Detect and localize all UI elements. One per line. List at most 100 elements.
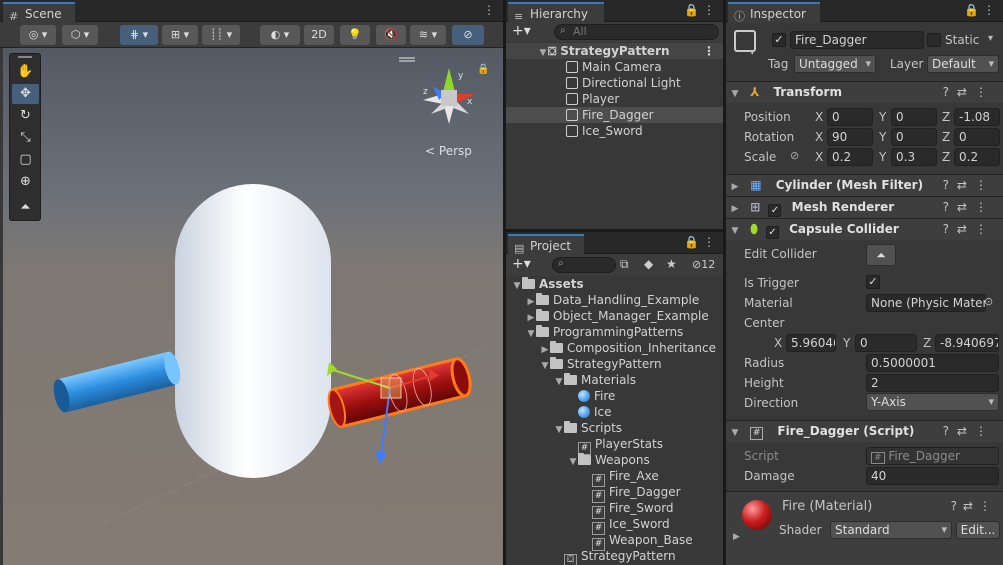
shader-dropdown[interactable]: Standard xyxy=(830,521,952,539)
project-lock-menu-icon[interactable]: 🔒⋮ xyxy=(684,235,719,249)
object-name-field[interactable]: Fire_Dagger xyxy=(790,31,924,49)
component-controls-icon[interactable]: ?⇄⋮ xyxy=(943,197,995,218)
static-dropdown-icon[interactable]: ▾ xyxy=(988,33,993,44)
project-tree-item[interactable]: # PlayerStats xyxy=(506,436,723,455)
project-tree-item[interactable]: ⛋ StrategyPattern xyxy=(506,548,723,565)
scale-y-field[interactable]: 0.3 xyxy=(891,148,937,166)
project-tree-item[interactable]: ▶ Object_Manager_Example xyxy=(506,308,723,324)
rotation-z-field[interactable]: 0 xyxy=(954,128,1000,146)
material-preview-icon[interactable] xyxy=(742,500,772,530)
position-x-field[interactable]: 0 xyxy=(827,108,873,126)
radius-field[interactable]: 0.5000001 xyxy=(866,354,999,372)
shading-button[interactable]: ◐ ▾ xyxy=(260,25,300,45)
edit-collider-button[interactable]: ⏶ xyxy=(866,244,896,266)
tag-dropdown[interactable]: Untagged xyxy=(794,55,876,73)
script-component-header[interactable]: ▼ # Fire_Dagger (Script) ?⇄⋮ xyxy=(726,420,1003,442)
hierarchy-item[interactable]: Player xyxy=(506,91,723,107)
project-tree-item[interactable]: ▼ Assets xyxy=(506,276,723,292)
icon-dropdown-icon[interactable]: ▾ xyxy=(750,48,755,58)
hierarchy-search-input[interactable]: ⌕ All xyxy=(554,24,719,40)
center-x-field[interactable]: 5.960464 xyxy=(786,334,836,352)
more-menu-icon[interactable]: ⋮ xyxy=(483,3,499,17)
project-tree-item[interactable]: ▼ Materials xyxy=(506,372,723,388)
rotation-x-field[interactable]: 90 xyxy=(827,128,873,146)
scale-tool-icon[interactable]: ⤡ xyxy=(12,128,39,148)
layer-dropdown[interactable]: Default xyxy=(927,55,999,73)
2d-toggle-button[interactable]: 2D xyxy=(304,25,334,45)
position-y-field[interactable]: 0 xyxy=(891,108,937,126)
height-field[interactable]: 2 xyxy=(866,374,999,392)
root-menu-icon[interactable]: ⋮ xyxy=(703,43,715,59)
orientation-gizmo[interactable]: z y x xyxy=(423,68,475,124)
rect-tool-icon[interactable]: ▢ xyxy=(12,150,39,170)
hidden-objects-toggle-button[interactable]: ⊘ xyxy=(452,25,484,45)
mesh-renderer-header[interactable]: ▶ ⊞ ✓ Mesh Renderer ?⇄⋮ xyxy=(726,196,1003,218)
tab-inspector[interactable]: ⓘ Inspector xyxy=(728,2,820,23)
hand-tool-icon[interactable]: ✋ xyxy=(12,62,39,82)
project-tree-item[interactable]: Ice xyxy=(506,404,723,420)
center-y-field[interactable]: 0 xyxy=(855,334,917,352)
project-tree-item[interactable]: ▶ Composition_Inheritance xyxy=(506,340,723,356)
lock-menu-icon[interactable]: 🔒⋮ xyxy=(684,3,719,17)
draw-mode-button[interactable]: ◎ ▾ xyxy=(20,25,56,45)
damage-field[interactable]: 40 xyxy=(866,467,999,485)
rotation-y-field[interactable]: 0 xyxy=(891,128,937,146)
component-controls-icon[interactable]: ?⇄⋮ xyxy=(943,421,995,442)
ice-sword-object[interactable] xyxy=(51,350,183,414)
edit-shader-button[interactable]: Edit... xyxy=(956,521,1000,539)
tab-hierarchy[interactable]: ≡ Hierarchy xyxy=(508,2,604,23)
effects-button[interactable]: ≋ ▾ xyxy=(410,25,446,45)
project-tree-item[interactable]: ▼ StrategyPattern xyxy=(506,356,723,372)
project-tree-item[interactable]: ▼ Weapons xyxy=(506,452,723,468)
persp-label[interactable]: < Persp xyxy=(425,144,472,158)
hierarchy-item[interactable]: Ice_Sword xyxy=(506,123,723,139)
move-tool-icon[interactable]: ✥ xyxy=(12,84,39,104)
is-trigger-checkbox[interactable]: ✓ xyxy=(866,275,880,289)
hierarchy-item[interactable]: Fire_Dagger xyxy=(506,107,723,123)
direction-dropdown[interactable]: Y-Axis xyxy=(866,393,999,411)
lock-icon[interactable]: 🔒 xyxy=(477,63,489,75)
project-tree-item[interactable]: # Weapon_Base xyxy=(506,532,723,551)
mesh-renderer-checkbox[interactable]: ✓ xyxy=(768,204,782,217)
inspector-lock-menu-icon[interactable]: 🔒⋮ xyxy=(964,3,999,17)
scene-viewport[interactable]: z y x 🔒 < Persp ✋ ✥ ↻ ⤡ ▢ ⊕ ⏶ xyxy=(3,48,503,565)
transform-header[interactable]: ▼ ⅄ Transform ?⇄⋮ xyxy=(726,81,1003,103)
hierarchy-item[interactable]: Main Camera xyxy=(506,59,723,75)
add-object-button[interactable]: +▾ xyxy=(512,23,531,39)
project-tree-item[interactable]: ▶ Data_Handling_Example xyxy=(506,292,723,308)
gizmo-toggle-button[interactable]: ┊┊ ▾ xyxy=(202,25,240,45)
position-z-field[interactable]: -1.08 xyxy=(954,108,1000,126)
active-checkbox[interactable]: ✓ xyxy=(772,33,786,47)
center-z-field[interactable]: -8.940697 xyxy=(935,334,999,352)
material-foldout-arrow[interactable]: ▶ xyxy=(733,532,740,542)
custom-tool-icon[interactable]: ⏶ xyxy=(12,198,39,218)
project-tree-item[interactable]: # Fire_Sword xyxy=(506,500,723,519)
component-controls-icon[interactable]: ?⇄⋮ xyxy=(943,175,995,196)
tab-project[interactable]: ▤ Project xyxy=(508,234,584,255)
search-by-label-icon[interactable]: ◆ xyxy=(644,257,653,271)
object-picker-icon[interactable]: ⊙ xyxy=(984,295,993,308)
hierarchy-root[interactable]: ▼ ⛋ StrategyPattern ⋮ xyxy=(506,43,723,59)
scale-x-field[interactable]: 0.2 xyxy=(827,148,873,166)
scale-z-field[interactable]: 0.2 xyxy=(954,148,1000,166)
grid-snap-button[interactable]: ⋕ ▾ xyxy=(120,25,158,45)
palette-handle[interactable] xyxy=(18,56,32,58)
component-controls-icon[interactable]: ?⇄⋮ xyxy=(943,219,995,240)
favorite-icon[interactable]: ★ xyxy=(666,257,677,271)
player-capsule[interactable] xyxy=(175,184,331,478)
capsule-collider-checkbox[interactable]: ✓ xyxy=(765,226,779,239)
render-mode-button[interactable]: ⬡ ▾ xyxy=(62,25,98,45)
hierarchy-item[interactable]: Directional Light xyxy=(506,75,723,91)
project-tree-item[interactable]: # Fire_Axe xyxy=(506,468,723,487)
increment-snap-button[interactable]: ⊞ ▾ xyxy=(162,25,198,45)
audio-toggle-button[interactable]: 🔇 xyxy=(376,25,406,45)
hidden-packages-toggle[interactable]: ⊘12 xyxy=(692,258,715,271)
project-tree-item[interactable]: # Fire_Dagger xyxy=(506,484,723,503)
material-controls-icon[interactable]: ?⇄⋮ xyxy=(951,499,997,513)
project-search-input[interactable]: ⌕ xyxy=(552,257,616,273)
rotate-tool-icon[interactable]: ↻ xyxy=(12,106,39,126)
project-tree-item[interactable]: Fire xyxy=(506,388,723,404)
project-tree-item[interactable]: ▼ Scripts xyxy=(506,420,723,436)
static-checkbox[interactable] xyxy=(927,33,941,47)
transform-tool-icon[interactable]: ⊕ xyxy=(12,172,39,192)
